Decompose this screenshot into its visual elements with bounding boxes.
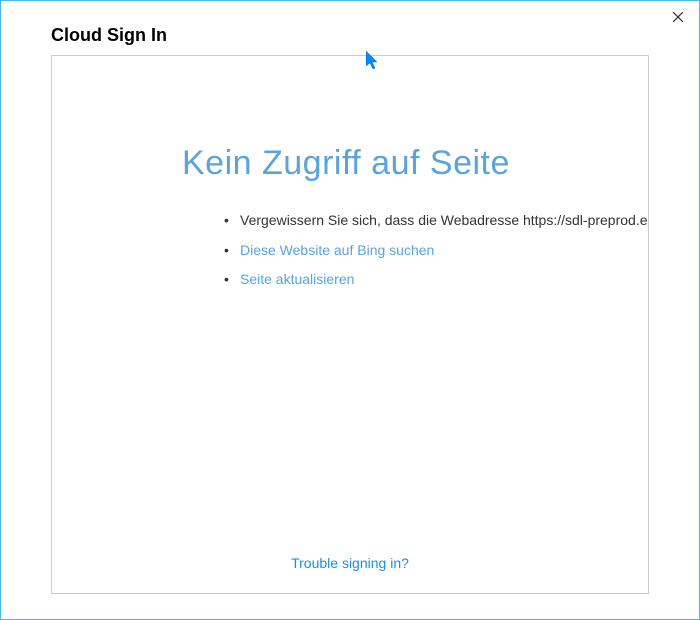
trouble-signing-in-link[interactable]: Trouble signing in? xyxy=(52,555,648,571)
list-item: Diese Website auf Bing suchen xyxy=(224,241,648,261)
list-item: Seite aktualisieren xyxy=(224,270,648,290)
dialog-title: Cloud Sign In xyxy=(1,1,699,46)
refresh-page-link[interactable]: Seite aktualisieren xyxy=(240,271,354,287)
error-item-text: Vergewissern Sie sich, dass die Webadres… xyxy=(240,212,649,228)
error-heading: Kein Zugriff auf Seite xyxy=(52,56,648,183)
close-button[interactable] xyxy=(667,7,689,27)
close-icon xyxy=(673,9,683,25)
content-frame: Kein Zugriff auf Seite Vergewissern Sie … xyxy=(51,55,649,594)
error-suggestions-list: Vergewissern Sie sich, dass die Webadres… xyxy=(52,183,648,290)
search-bing-link[interactable]: Diese Website auf Bing suchen xyxy=(240,242,434,258)
list-item: Vergewissern Sie sich, dass die Webadres… xyxy=(224,211,648,231)
